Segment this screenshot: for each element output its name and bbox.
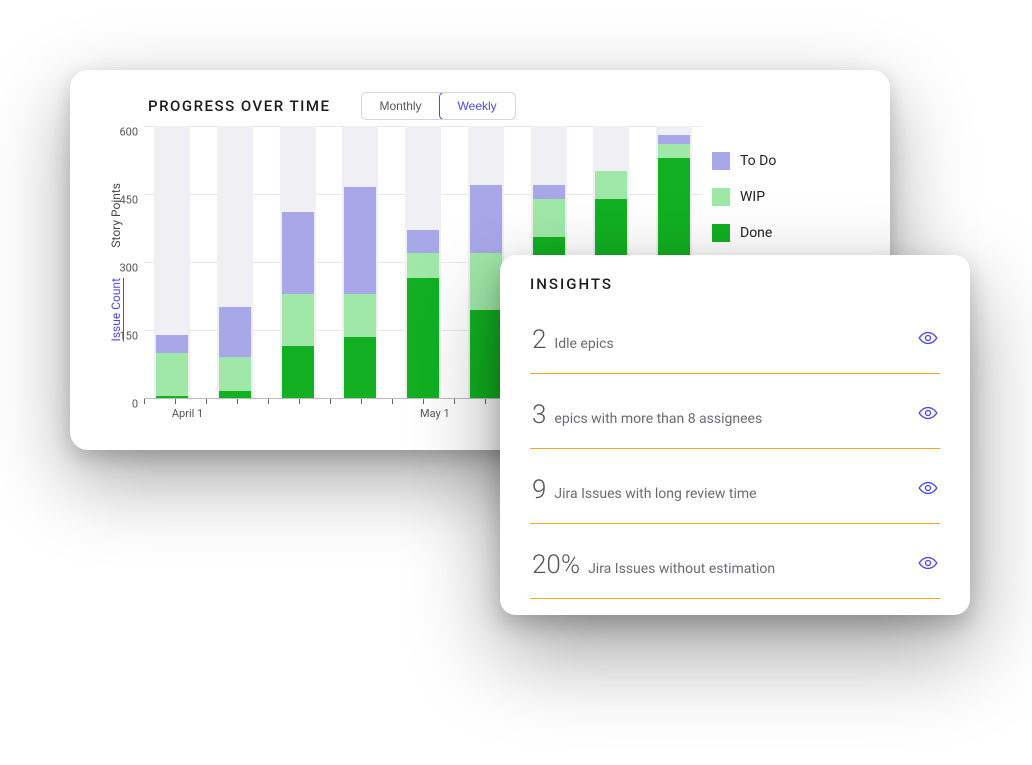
- bar-segment-wip: [156, 353, 188, 396]
- bar-segment-done: [470, 310, 502, 398]
- eye-icon[interactable]: [918, 478, 938, 498]
- insight-label: Idle epics: [554, 336, 613, 352]
- insight-row: 2 Idle epics: [530, 299, 940, 374]
- insight-row: 3 epics with more than 8 assignees: [530, 374, 940, 449]
- insight-row: 20% Jira Issues without estimation: [530, 524, 940, 599]
- bar-segment-wip: [658, 144, 690, 158]
- bar-slot: [211, 126, 259, 398]
- bar-segment-done: [282, 346, 314, 398]
- bar-segment-todo: [344, 187, 376, 294]
- chart-legend: To Do WIP Done: [712, 152, 862, 242]
- yaxis-label-story-points: Story Points: [109, 183, 123, 248]
- bar-segment-wip: [282, 294, 314, 346]
- bar-stack[interactable]: [407, 230, 439, 398]
- bar-slot: [399, 126, 447, 398]
- eye-icon[interactable]: [918, 553, 938, 573]
- bar-segment-wip: [533, 199, 565, 238]
- legend-item-done: Done: [712, 224, 862, 242]
- bar-segment-todo: [470, 185, 502, 253]
- swatch-wip: [712, 188, 730, 206]
- swatch-todo: [712, 152, 730, 170]
- legend-label-done: Done: [740, 225, 772, 241]
- bar-segment-todo: [658, 135, 690, 144]
- bar-slot: [274, 126, 322, 398]
- bar-segment-done: [407, 278, 439, 398]
- insight-value: 20%: [532, 550, 580, 580]
- insight-value: 9: [532, 475, 546, 505]
- toggle-monthly[interactable]: Monthly: [362, 93, 440, 119]
- legend-label-wip: WIP: [740, 189, 765, 205]
- toggle-weekly[interactable]: Weekly: [439, 92, 516, 120]
- insight-value: 3: [532, 400, 546, 430]
- bar-segment-wip: [470, 253, 502, 310]
- insights-title: INSIGHTS: [530, 275, 940, 293]
- bar-stack[interactable]: [282, 212, 314, 398]
- legend-item-todo: To Do: [712, 152, 862, 170]
- bar-segment-todo: [156, 335, 188, 353]
- bar-stack[interactable]: [344, 187, 376, 398]
- bar-segment-done: [219, 391, 251, 398]
- xtick-label: April 1: [172, 407, 203, 420]
- bar-segment-done: [344, 337, 376, 398]
- insight-label: epics with more than 8 assignees: [554, 411, 762, 427]
- eye-icon[interactable]: [918, 403, 938, 423]
- bar-stack[interactable]: [156, 335, 188, 398]
- ytick: 0: [132, 398, 138, 411]
- swatch-done: [712, 224, 730, 242]
- bar-segment-todo: [533, 185, 565, 199]
- xtick-label: May 1: [420, 407, 450, 420]
- bar-segment-wip: [344, 294, 376, 337]
- bar-slot: [148, 126, 196, 398]
- legend-label-todo: To Do: [740, 153, 776, 169]
- progress-title: PROGRESS OVER TIME: [148, 97, 331, 115]
- insight-row: 9 Jira Issues with long review time: [530, 449, 940, 524]
- bar-stack[interactable]: [470, 185, 502, 398]
- legend-item-wip: WIP: [712, 188, 862, 206]
- bar-stack[interactable]: [219, 307, 251, 398]
- bar-slot: [336, 126, 384, 398]
- bar-segment-todo: [407, 230, 439, 253]
- bar-segment-wip: [219, 357, 251, 391]
- insight-label: Jira Issues with long review time: [554, 486, 756, 502]
- bar-segment-wip: [407, 253, 439, 278]
- bar-segment-wip: [595, 171, 627, 198]
- bar-segment-todo: [219, 307, 251, 357]
- insight-value: 2: [532, 325, 546, 355]
- yaxis-label-issue-count[interactable]: Issue Count: [109, 278, 123, 341]
- insight-label: Jira Issues without estimation: [588, 561, 775, 577]
- period-toggle: Monthly Weekly: [361, 92, 516, 120]
- bar-segment-todo: [282, 212, 314, 294]
- insights-card: INSIGHTS 2 Idle epics 3 epics with more tha…: [500, 255, 970, 615]
- eye-icon[interactable]: [918, 328, 938, 348]
